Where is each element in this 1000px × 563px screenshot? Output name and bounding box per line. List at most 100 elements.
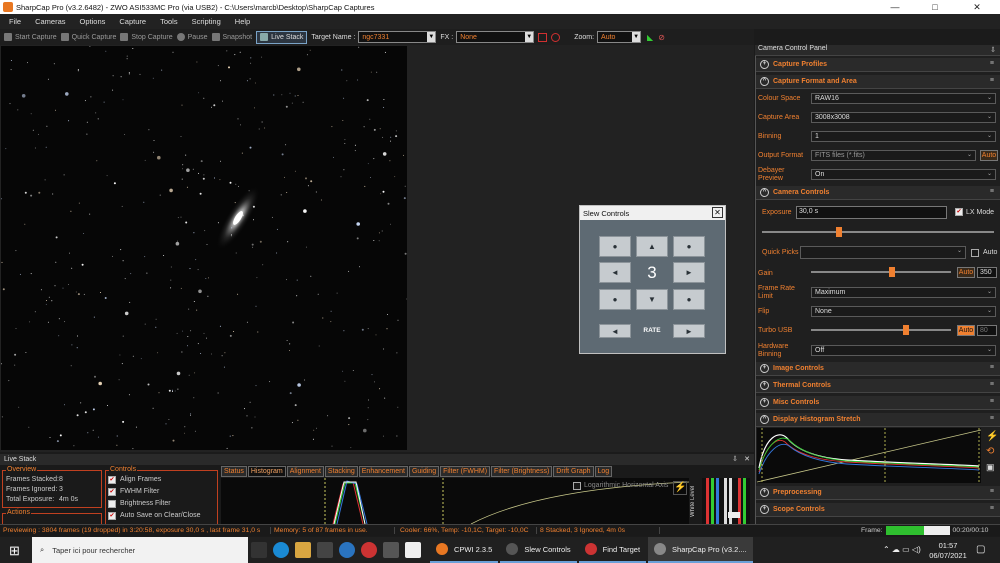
red-app-icon[interactable] xyxy=(361,542,377,558)
slew-sw-button[interactable]: ● xyxy=(599,289,631,310)
auto-save-checkbox[interactable]: ✔ xyxy=(108,512,116,520)
task-view-icon[interactable] xyxy=(251,542,267,558)
section-menu-icon[interactable]: ≡ xyxy=(990,415,994,422)
section-menu-icon[interactable]: ≡ xyxy=(990,188,994,195)
expand-icon[interactable]: + xyxy=(760,60,769,69)
rate-increase-button[interactable]: ► xyxy=(673,324,705,338)
store-icon[interactable] xyxy=(317,542,333,558)
pin-icon[interactable]: ⇩ xyxy=(990,46,996,54)
slew-down-button[interactable]: ▼ xyxy=(636,289,668,310)
turbo-usb-slider-track[interactable] xyxy=(811,329,951,331)
zoom-select[interactable]: Auto ▼ xyxy=(597,31,642,43)
notifications-icon[interactable]: ▢ xyxy=(976,544,985,555)
stop-capture-button[interactable]: Stop Capture xyxy=(120,33,173,41)
file-explorer-icon[interactable] xyxy=(295,542,311,558)
reset-icon[interactable]: ⟲ xyxy=(986,446,994,457)
brightness-filter-checkbox[interactable] xyxy=(108,500,116,508)
rate-decrease-button[interactable]: ◄ xyxy=(599,324,631,338)
tab-stacking[interactable]: Stacking xyxy=(324,466,358,477)
slew-ne-button[interactable]: ● xyxy=(673,236,705,257)
flip-select[interactable]: None ⌄ xyxy=(811,306,996,317)
tab-filter-brightness[interactable]: Filter (Brightness) xyxy=(491,466,553,477)
taskbar-search[interactable]: ⌕ Taper ici pour rechercher xyxy=(32,537,248,563)
section-menu-icon[interactable]: ≡ xyxy=(990,364,994,371)
taskbar-sharpcap[interactable]: SharpCap Pro (v3.2.... xyxy=(648,537,753,563)
zoom-dropdown-icon[interactable]: ▼ xyxy=(632,32,641,42)
tab-status[interactable]: Status xyxy=(221,466,247,477)
app-c-icon[interactable] xyxy=(339,542,355,558)
tab-log[interactable]: Log xyxy=(594,466,613,477)
section-capture-format[interactable]: ^ Capture Format and Area ≡ xyxy=(756,75,1000,89)
minimize-button[interactable]: — xyxy=(880,0,910,14)
output-format-select[interactable]: FITS files (*.fits) ⌄ xyxy=(811,150,976,161)
exposure-input[interactable]: 30,0 s xyxy=(796,206,947,219)
section-menu-icon[interactable]: ≡ xyxy=(990,505,994,512)
system-tray-icons[interactable]: ⌃ ☁ ▭ ◁) xyxy=(883,545,921,554)
app-icon[interactable] xyxy=(383,542,399,558)
section-image-controls[interactable]: + Image Controls ≡ xyxy=(756,362,1000,376)
gain-slider-thumb[interactable] xyxy=(889,267,896,277)
output-format-auto-button[interactable]: Auto xyxy=(980,150,998,161)
start-capture-button[interactable]: Start Capture xyxy=(4,33,57,41)
taskbar-find-target[interactable]: Find Target xyxy=(578,537,647,563)
taskbar-slew-controls[interactable]: Slew Controls xyxy=(500,537,577,563)
section-thermal-controls[interactable]: + Thermal Controls ≡ xyxy=(756,379,1000,393)
collapse-icon[interactable]: ^ xyxy=(760,415,769,424)
live-stack-button[interactable]: Live Stack xyxy=(256,30,308,44)
tab-drift-graph[interactable]: Drift Graph xyxy=(553,466,594,477)
exposure-slider-thumb[interactable] xyxy=(835,227,842,237)
target-name-input[interactable]: ngc7331 ▼ xyxy=(358,31,437,43)
slew-right-button[interactable]: ► xyxy=(673,262,705,283)
menu-tools[interactable]: Tools xyxy=(151,17,183,26)
maximize-button[interactable]: □ xyxy=(920,0,950,14)
gain-value-input[interactable]: 350 xyxy=(977,267,997,278)
zoom-search-icon[interactable]: ⊘ xyxy=(658,33,665,42)
colour-space-select[interactable]: RAW16 ⌄ xyxy=(811,93,996,104)
camera-image[interactable] xyxy=(1,46,407,450)
debayer-preview-select[interactable]: On ⌄ xyxy=(811,169,996,180)
menu-cameras[interactable]: Cameras xyxy=(26,17,70,26)
taskbar-cpwi[interactable]: CPWI 2.3.5 xyxy=(430,537,499,563)
pause-button[interactable]: Pause xyxy=(176,33,208,41)
tab-enhancement[interactable]: Enhancement xyxy=(358,466,408,477)
section-menu-icon[interactable]: ≡ xyxy=(990,398,994,405)
auto-stretch-live-icon[interactable]: ⚡ xyxy=(673,481,687,495)
section-menu-icon[interactable]: ≡ xyxy=(990,488,994,495)
hardware-binning-select[interactable]: Off ⌄ xyxy=(811,345,996,356)
menu-options[interactable]: Options xyxy=(71,17,111,26)
histogram-icon[interactable]: ◣ xyxy=(647,33,653,42)
collapse-icon[interactable]: ^ xyxy=(760,188,769,197)
star-app-icon[interactable] xyxy=(405,542,421,558)
quick-picks-select[interactable]: ⌄ xyxy=(800,246,966,259)
expand-icon[interactable]: + xyxy=(760,381,769,390)
log-axis-checkbox[interactable] xyxy=(573,482,581,490)
pin-icon[interactable]: ⇩ xyxy=(732,454,738,465)
fwhm-filter-checkbox[interactable]: ✔ xyxy=(108,488,116,496)
red-frame-icon[interactable] xyxy=(538,32,548,42)
exposure-slider-track[interactable] xyxy=(762,231,994,233)
capture-area-select[interactable]: 3008x3008 ⌄ xyxy=(811,112,996,123)
windows-start-icon[interactable]: ⊞ xyxy=(9,543,20,559)
slew-nw-button[interactable]: ● xyxy=(599,236,631,257)
expand-icon[interactable]: + xyxy=(760,488,769,497)
expand-icon[interactable]: + xyxy=(760,398,769,407)
turbo-usb-auto-button[interactable]: Auto xyxy=(957,325,975,336)
section-preprocessing[interactable]: + Preprocessing ≡ xyxy=(756,486,1000,500)
section-misc-controls[interactable]: + Misc Controls ≡ xyxy=(756,396,1000,410)
expand-icon[interactable]: + xyxy=(760,505,769,514)
tab-filter-fwhm[interactable]: Filter (FWHM) xyxy=(440,466,491,477)
slew-up-button[interactable]: ▲ xyxy=(636,236,668,257)
menu-scripting[interactable]: Scripting xyxy=(183,17,226,26)
level-sliders[interactable] xyxy=(702,478,750,524)
tab-guiding[interactable]: Guiding xyxy=(408,466,440,477)
section-menu-icon[interactable]: ≡ xyxy=(990,77,994,84)
turbo-usb-value-input[interactable]: 80 xyxy=(977,325,997,336)
section-capture-profiles[interactable]: + Capture Profiles ≡ xyxy=(756,58,1000,72)
fx-dropdown-icon[interactable]: ▼ xyxy=(525,32,534,42)
menu-capture[interactable]: Capture xyxy=(110,17,151,26)
section-menu-icon[interactable]: ≡ xyxy=(990,381,994,388)
section-camera-controls[interactable]: ^ Camera Controls ≡ xyxy=(756,186,1000,200)
display-histogram[interactable] xyxy=(756,428,982,483)
slew-close-button[interactable]: ✕ xyxy=(712,207,723,218)
collapse-icon[interactable]: ^ xyxy=(760,77,769,86)
